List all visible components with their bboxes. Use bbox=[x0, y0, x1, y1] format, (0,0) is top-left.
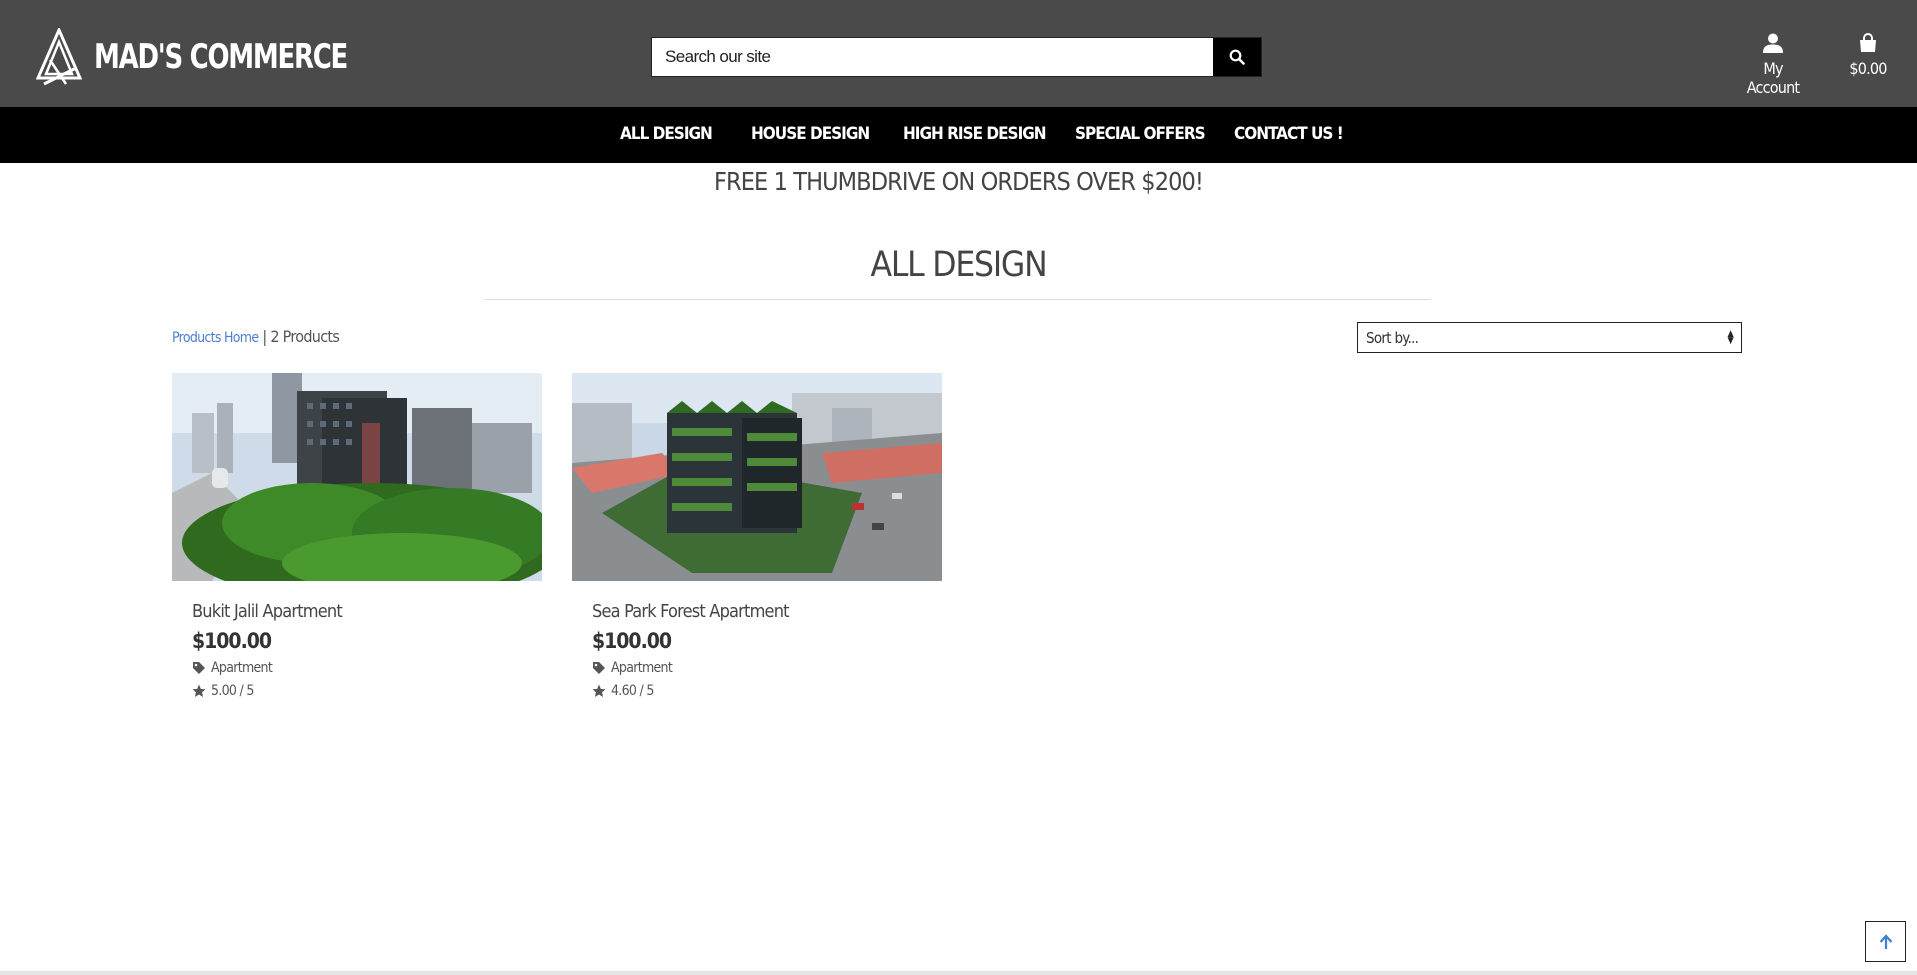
products-home-link[interactable]: Products Home bbox=[172, 330, 259, 346]
nav-high-rise-design[interactable]: HIGH RISE DESIGN bbox=[903, 124, 1047, 144]
search-button[interactable] bbox=[1213, 38, 1261, 76]
brand-name: MAD'S COMMERCE bbox=[94, 37, 348, 77]
page-title: ALL DESIGN bbox=[870, 245, 1048, 285]
sort-select-value: Sort by... bbox=[1366, 328, 1419, 347]
nav-special-offers[interactable]: SPECIAL OFFERS bbox=[1075, 124, 1206, 144]
logo-icon bbox=[36, 28, 82, 86]
product-rating-value: 4.60 / 5 bbox=[611, 683, 654, 699]
product-card[interactable]: Bukit Jalil Apartment $100.00 Apartment … bbox=[172, 373, 542, 699]
nav-all-design[interactable]: ALL DESIGN bbox=[620, 124, 713, 144]
sort-arrows-icon: ▲ ▼ bbox=[1727, 328, 1733, 346]
search-input[interactable] bbox=[652, 38, 1213, 76]
promo-banner: FREE 1 THUMBDRIVE ON ORDERS OVER $200! bbox=[713, 167, 1204, 196]
product-rating: 4.60 / 5 bbox=[592, 683, 654, 699]
cart-link[interactable]: $0.00 bbox=[1846, 33, 1890, 78]
star-icon bbox=[592, 684, 606, 697]
tag-icon bbox=[593, 662, 605, 674]
product-rating: 5.00 / 5 bbox=[192, 683, 254, 699]
site-header: MAD'S COMMERCE My Account $0.00 bbox=[0, 0, 1917, 107]
page-bottom-border bbox=[0, 971, 1917, 975]
arrow-up-icon bbox=[1879, 933, 1892, 949]
shopping-bag-icon bbox=[1860, 33, 1876, 52]
product-image[interactable] bbox=[572, 373, 942, 581]
title-divider bbox=[484, 299, 1431, 300]
product-name[interactable]: Sea Park Forest Apartment bbox=[592, 601, 790, 622]
my-account-label: My Account bbox=[1746, 59, 1800, 97]
product-category[interactable]: Apartment bbox=[192, 660, 273, 676]
main-nav: ALL DESIGN HOUSE DESIGN HIGH RISE DESIGN… bbox=[0, 107, 1917, 163]
brand-logo[interactable]: MAD'S COMMERCE bbox=[36, 28, 392, 86]
product-category-label: Apartment bbox=[611, 660, 673, 676]
sort-select[interactable]: Sort by... ▲ ▼ bbox=[1357, 322, 1742, 353]
tag-icon bbox=[193, 662, 205, 674]
cart-total: $0.00 bbox=[1849, 59, 1887, 78]
product-name[interactable]: Bukit Jalil Apartment bbox=[192, 601, 343, 622]
product-card[interactable]: Sea Park Forest Apartment $100.00 Apartm… bbox=[572, 373, 942, 699]
nav-house-design[interactable]: HOUSE DESIGN bbox=[751, 124, 870, 144]
product-category-label: Apartment bbox=[211, 660, 273, 676]
search-bar bbox=[651, 37, 1262, 77]
star-icon bbox=[192, 684, 206, 697]
user-icon bbox=[1763, 33, 1783, 53]
product-category[interactable]: Apartment bbox=[592, 660, 673, 676]
my-account-link[interactable]: My Account bbox=[1738, 33, 1808, 97]
breadcrumb-separator: | bbox=[262, 327, 267, 346]
product-price: $100.00 bbox=[192, 629, 272, 653]
breadcrumb: Products Home | 2 Products bbox=[172, 327, 340, 346]
product-count: 2 Products bbox=[270, 327, 340, 346]
product-price: $100.00 bbox=[592, 629, 672, 653]
nav-contact-us[interactable]: CONTACT US ! bbox=[1234, 124, 1344, 144]
product-rating-value: 5.00 / 5 bbox=[211, 683, 254, 699]
back-to-top-button[interactable] bbox=[1865, 921, 1906, 962]
search-icon bbox=[1229, 49, 1245, 65]
product-image[interactable] bbox=[172, 373, 542, 581]
